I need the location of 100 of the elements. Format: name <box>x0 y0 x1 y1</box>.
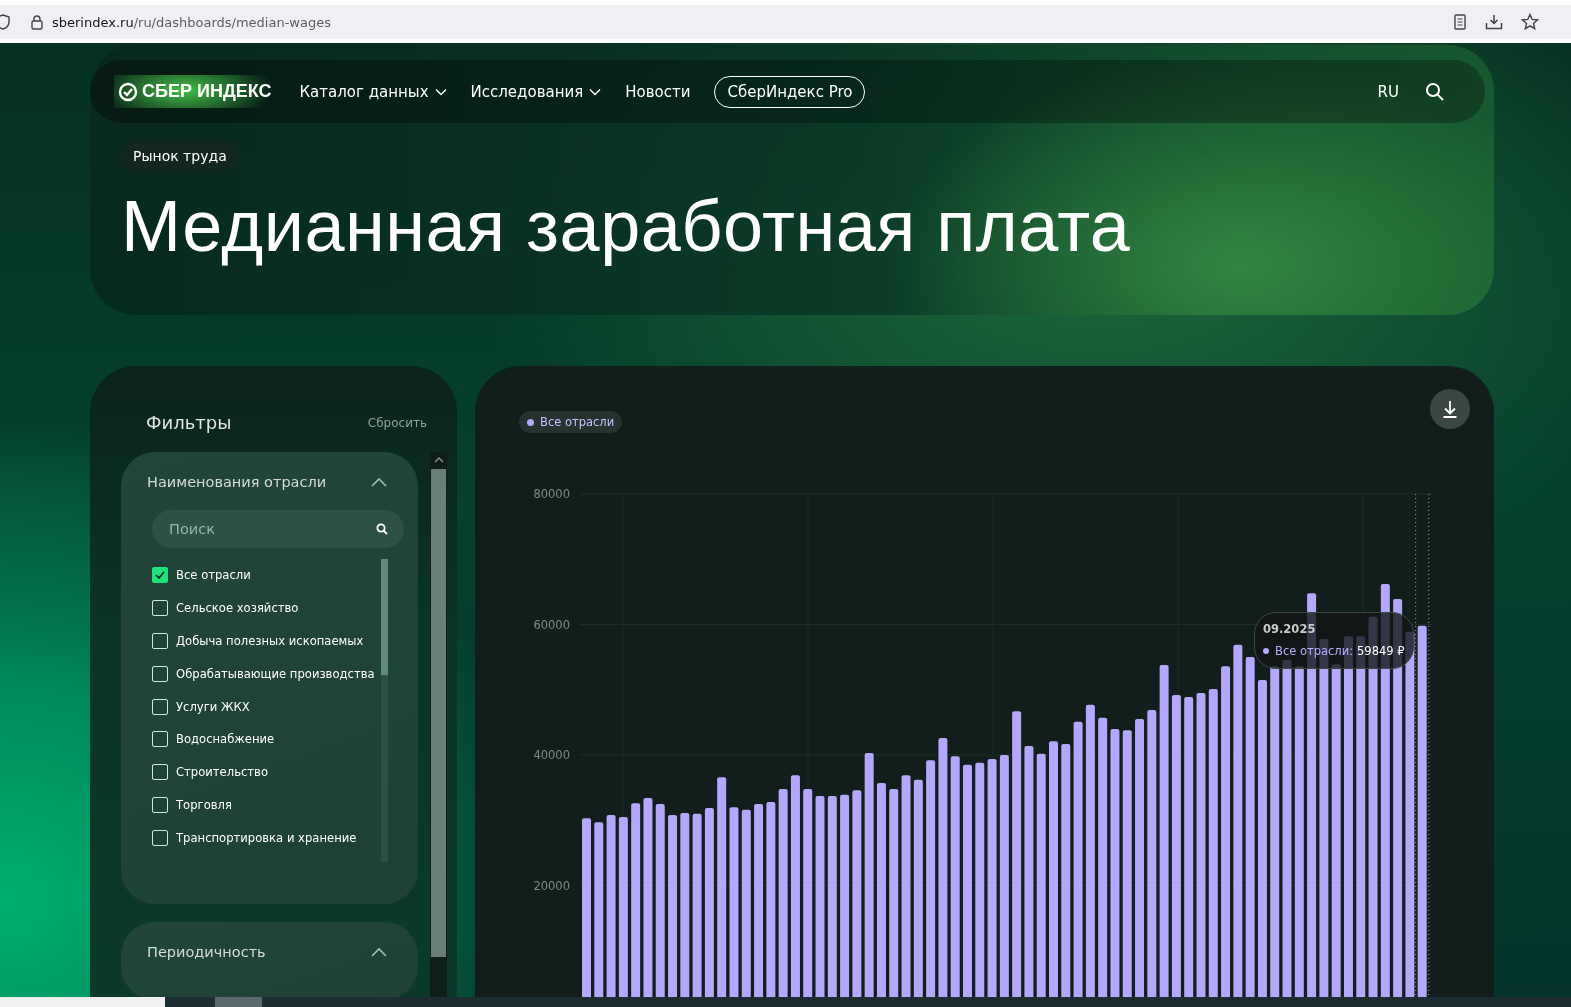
section-title: Наименования отрасли <box>147 474 327 490</box>
bar[interactable] <box>1061 743 1071 997</box>
bar[interactable] <box>655 803 665 997</box>
bar[interactable] <box>1184 696 1194 997</box>
logo-text: СБЕР ИНДЕКС <box>142 81 272 102</box>
bar[interactable] <box>1036 753 1046 997</box>
nav-menu-link[interactable]: Каталог данных <box>299 78 447 105</box>
bar[interactable] <box>1221 666 1231 997</box>
download-button[interactable] <box>1430 389 1470 429</box>
bar[interactable] <box>1270 666 1280 997</box>
bar[interactable] <box>1417 625 1427 997</box>
bar[interactable] <box>766 802 776 997</box>
search-field[interactable]: Поиск <box>152 510 404 548</box>
checkbox[interactable] <box>152 698 168 715</box>
checkmark-icon <box>155 571 165 580</box>
checkbox[interactable] <box>152 665 168 682</box>
checkbox-label[interactable]: Торговля <box>176 797 232 812</box>
bar[interactable] <box>999 755 1009 997</box>
category-tag[interactable]: Рынок труда <box>121 141 239 171</box>
bar[interactable] <box>938 738 948 997</box>
checkbox[interactable] <box>152 796 168 813</box>
bar[interactable] <box>950 756 960 997</box>
bar[interactable] <box>1257 680 1267 997</box>
bar[interactable] <box>876 783 886 997</box>
bar[interactable] <box>778 788 788 997</box>
checkbox-label[interactable]: Услуги ЖКХ <box>176 699 250 714</box>
y-axis-label: 60000 <box>533 617 570 632</box>
star-icon[interactable] <box>1521 13 1539 31</box>
checkbox-label[interactable]: Все отрасли <box>176 568 251 583</box>
bar[interactable] <box>631 803 641 997</box>
bar[interactable] <box>1098 717 1108 997</box>
bar[interactable] <box>1208 689 1218 997</box>
checkbox[interactable] <box>152 600 168 617</box>
legend-chip[interactable]: Все отрасли <box>519 411 623 433</box>
bar[interactable] <box>754 803 764 997</box>
bar[interactable] <box>618 817 628 997</box>
bar[interactable] <box>803 788 813 997</box>
bar[interactable] <box>1135 719 1145 997</box>
download-icon <box>1442 400 1458 418</box>
bar[interactable] <box>668 815 678 997</box>
checkbox[interactable] <box>152 567 168 584</box>
bar[interactable] <box>926 760 936 997</box>
bar[interactable] <box>790 775 800 997</box>
bar[interactable] <box>692 813 702 997</box>
lock-icon <box>30 14 44 30</box>
bar[interactable] <box>1012 711 1022 997</box>
section-title: Периодичность <box>147 944 266 960</box>
language-code[interactable]: RU <box>1377 78 1399 105</box>
bar[interactable] <box>680 813 690 997</box>
bar[interactable] <box>1233 644 1243 997</box>
list-scrollbar[interactable] <box>381 559 388 862</box>
legend-label: Все отрасли <box>540 415 615 429</box>
checkbox-label[interactable]: Обрабатывающие производства <box>176 666 375 681</box>
bar[interactable] <box>741 809 751 997</box>
search-icon <box>376 523 388 535</box>
bar[interactable] <box>889 788 899 997</box>
bar[interactable] <box>594 822 604 997</box>
checkbox[interactable] <box>152 829 168 846</box>
checkbox-label[interactable]: Водоснабжение <box>176 732 275 747</box>
shield-icon <box>0 14 10 30</box>
bar[interactable] <box>1147 710 1157 997</box>
bar[interactable] <box>1245 657 1255 997</box>
checkbox[interactable] <box>152 764 168 781</box>
checkbox[interactable] <box>152 731 168 748</box>
bar[interactable] <box>913 779 923 997</box>
bar[interactable] <box>852 790 862 997</box>
bar[interactable] <box>864 753 874 997</box>
bar[interactable] <box>1159 665 1169 997</box>
nav-menu-link[interactable]: Исследования <box>470 78 602 105</box>
reset-link[interactable]: Сбросить <box>367 415 427 430</box>
checkbox[interactable] <box>152 633 168 649</box>
bar[interactable] <box>704 807 714 997</box>
bar[interactable] <box>1171 695 1181 997</box>
checkbox-label[interactable]: Транспортировка и хранение <box>176 830 357 845</box>
checkbox-label[interactable]: Добыча полезных ископаемых <box>176 634 364 648</box>
horizontal-scrollbar-thumb[interactable] <box>215 997 262 1007</box>
download-icon[interactable] <box>1485 14 1503 30</box>
bar[interactable] <box>1294 666 1304 997</box>
search-icon[interactable] <box>1425 81 1445 102</box>
y-axis-label: 80000 <box>533 487 570 501</box>
url-text[interactable]: sberindex.ru/ru/dashboards/median-wages <box>52 14 331 30</box>
chevron-down-icon <box>434 87 447 96</box>
nav-link[interactable]: Новости <box>625 78 691 105</box>
bar[interactable] <box>717 777 727 997</box>
chevron-up-icon[interactable] <box>371 947 387 957</box>
reader-view-icon[interactable] <box>1453 14 1467 30</box>
panel-scrollbar[interactable] <box>430 452 447 997</box>
bar[interactable] <box>1085 704 1095 997</box>
chevron-up-icon[interactable] <box>371 477 387 487</box>
checkbox-label[interactable]: Строительство <box>176 765 269 780</box>
bar[interactable] <box>840 794 850 997</box>
tooltip-value: 59849 ₽ <box>1357 644 1405 658</box>
checkbox-label[interactable]: Сельское хозяйство <box>176 601 299 616</box>
y-axis-label: 20000 <box>533 878 570 893</box>
bar[interactable] <box>1073 721 1083 997</box>
bar[interactable] <box>827 796 837 997</box>
bar[interactable] <box>975 762 985 997</box>
tooltip-date: 09.2025 <box>1263 622 1317 636</box>
bar[interactable] <box>1122 730 1132 997</box>
chevron-down-icon <box>589 87 602 96</box>
